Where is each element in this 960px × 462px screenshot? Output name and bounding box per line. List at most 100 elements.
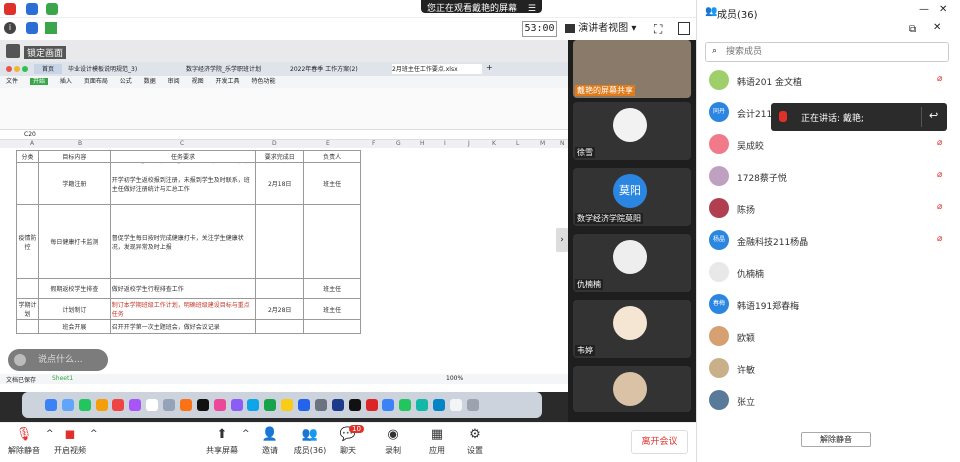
- app-icon-14[interactable]: [264, 399, 277, 411]
- app-icon-6[interactable]: [129, 399, 142, 411]
- video-tile[interactable]: 韦婷: [573, 300, 691, 358]
- close-panel-icon[interactable]: ✕: [933, 22, 941, 33]
- video-tile[interactable]: 莫阳 数学经济学院莫阳: [573, 168, 691, 226]
- share-screen-button[interactable]: ⬆ 共享屏幕: [202, 427, 242, 456]
- appstore-icon[interactable]: [298, 399, 310, 411]
- tab-doc-2[interactable]: 数字经济学院_乐学职班计划: [186, 64, 282, 74]
- col-h[interactable]: H: [420, 140, 425, 147]
- cell-due[interactable]: [255, 319, 305, 334]
- col-f[interactable]: F: [372, 140, 375, 147]
- invite-button[interactable]: 👤 邀请: [254, 427, 286, 456]
- col-k[interactable]: K: [492, 140, 496, 147]
- calendar-icon[interactable]: [146, 399, 159, 411]
- podcast-icon[interactable]: [230, 399, 243, 411]
- cell-category[interactable]: [16, 278, 39, 299]
- ribbon-file[interactable]: 文件: [6, 78, 18, 85]
- settings-app-icon[interactable]: [314, 399, 327, 411]
- video-tile[interactable]: 戴艳的屏幕共享: [573, 40, 691, 98]
- ribbon-insert[interactable]: 插入: [60, 78, 72, 85]
- member-search[interactable]: ⌕: [705, 42, 949, 62]
- table-row[interactable]: 班会开展 召开开学第一次主题班会，做好会议记录: [16, 319, 361, 334]
- close-window-icon[interactable]: [6, 66, 12, 72]
- cell-due[interactable]: 2月18日: [255, 162, 305, 205]
- header-task[interactable]: 任务要求: [109, 150, 257, 163]
- cell-task[interactable]: 督促学生每日按时完成健康打卡，关注学生健康状况，发现异常及时上报: [109, 204, 257, 279]
- header-due[interactable]: 要求完成日: [255, 150, 305, 163]
- cell-goal[interactable]: 班会开展: [37, 319, 111, 334]
- cell-goal[interactable]: 每日健康打卡监测: [37, 204, 111, 279]
- app-icon-25[interactable]: [449, 399, 462, 411]
- ribbon-developer[interactable]: 开发工具: [216, 78, 240, 85]
- table-row[interactable]: 假期返校学生排查 做好返校学生行程排查工作 班主任: [16, 278, 361, 299]
- app-icon-21[interactable]: [382, 399, 395, 411]
- network-icon[interactable]: [45, 22, 57, 34]
- sidebar-toggle-icon[interactable]: [678, 22, 690, 35]
- settings-button[interactable]: ⚙ 设置: [462, 427, 488, 456]
- col-c[interactable]: C: [180, 140, 184, 147]
- maximize-window-icon[interactable]: [22, 66, 28, 72]
- col-m[interactable]: M: [540, 140, 545, 147]
- cell-category[interactable]: 疫情防控: [16, 204, 39, 279]
- minimize-icon[interactable]: —: [919, 4, 929, 15]
- record-button[interactable]: ◉ 录制: [380, 427, 406, 456]
- col-i[interactable]: I: [444, 140, 446, 147]
- list-item[interactable]: 1728蔡子悦 ⌀: [697, 162, 959, 192]
- cell-due[interactable]: [255, 204, 305, 279]
- app-icon-23[interactable]: [416, 399, 429, 411]
- table-row[interactable]: 学籍注册 开学初学生返校报到注册，未报到学生及时联系，班主任做好注册统计与汇总工…: [16, 162, 361, 205]
- cell-reference[interactable]: C20: [24, 131, 36, 138]
- mic-muted-icon[interactable]: [4, 3, 16, 15]
- sheet-tab[interactable]: Sheet1: [52, 375, 73, 382]
- cell-task[interactable]: 开学初学生返校报到注册，未报到学生及时联系，班主任做好注册统计与汇总工作: [109, 162, 257, 205]
- col-e[interactable]: E: [326, 140, 330, 147]
- qq-icon[interactable]: [348, 399, 361, 411]
- header-goal[interactable]: 目标内容: [37, 150, 111, 163]
- cell-category[interactable]: [16, 319, 39, 334]
- app-icon-9[interactable]: [179, 399, 192, 411]
- fullscreen-icon[interactable]: ⛶: [654, 22, 662, 37]
- mic-muted-icon[interactable]: ⌀: [937, 138, 947, 150]
- cell-owner[interactable]: 班主任: [303, 278, 361, 299]
- col-j[interactable]: J: [468, 140, 470, 147]
- video-tile[interactable]: 徐雪: [573, 102, 691, 160]
- ribbon-review[interactable]: 审阅: [168, 78, 180, 85]
- cell-task[interactable]: 制订本学期班级工作计划，明确班级建设目标与重点任务: [109, 298, 257, 320]
- cell-owner[interactable]: [303, 319, 361, 334]
- cell-owner[interactable]: 班主任: [303, 162, 361, 205]
- tab-home[interactable]: 首页: [34, 64, 62, 74]
- leave-meeting-button[interactable]: 离开会议: [631, 430, 688, 454]
- lock-view-label[interactable]: 锁定画面: [24, 46, 67, 59]
- list-item[interactable]: 陈扬 ⌀: [697, 194, 959, 224]
- header-owner[interactable]: 负责人: [303, 150, 361, 163]
- col-n[interactable]: N: [560, 140, 565, 147]
- col-d[interactable]: D: [272, 140, 277, 147]
- tab-active-sheet[interactable]: 2月班主任工作要点.xlsx: [392, 64, 482, 74]
- list-item[interactable]: 春梅 韩语191郑春梅: [697, 290, 959, 320]
- header-category[interactable]: 分类: [16, 150, 39, 163]
- chevron-up-icon[interactable]: ^: [90, 429, 98, 439]
- tab-doc-1[interactable]: 毕业设计模板说明规范_3): [68, 64, 178, 74]
- ribbon-special[interactable]: 特色功能: [251, 78, 275, 85]
- list-item[interactable]: 许敏: [697, 354, 959, 384]
- shield-icon[interactable]: [26, 3, 38, 15]
- signal-icon[interactable]: [46, 3, 58, 15]
- popout-icon[interactable]: ⧉: [909, 24, 916, 35]
- video-off-icon[interactable]: ⌀: [937, 202, 947, 214]
- cell-due[interactable]: 2月28日: [255, 298, 305, 320]
- list-item[interactable]: 欧颖: [697, 322, 959, 352]
- finder-icon[interactable]: [28, 399, 40, 411]
- table-row[interactable]: 学期计划 计划制订 制订本学期班级工作计划，明确班级建设目标与重点任务 2月28…: [16, 298, 361, 320]
- cell-task[interactable]: 召开开学第一次主题班会，做好会议记录: [109, 319, 257, 334]
- music-icon[interactable]: [213, 399, 226, 411]
- app-icon-3[interactable]: [78, 399, 91, 411]
- video-off-icon[interactable]: ⌀: [937, 234, 947, 246]
- table-row[interactable]: 疫情防控 每日健康打卡监测 督促学生每日按时完成健康打卡，关注学生健康状况，发现…: [16, 204, 361, 279]
- app-icon-15[interactable]: [281, 399, 294, 411]
- app-icon-1[interactable]: [44, 399, 57, 411]
- minimize-window-icon[interactable]: [14, 66, 20, 72]
- wps-icon[interactable]: [365, 399, 378, 411]
- meeting-app-icon[interactable]: [433, 399, 445, 411]
- col-a[interactable]: A: [30, 140, 34, 147]
- list-item[interactable]: 韩语201 金文植 ⌀: [697, 66, 959, 96]
- menu-icon[interactable]: ☰: [528, 4, 536, 14]
